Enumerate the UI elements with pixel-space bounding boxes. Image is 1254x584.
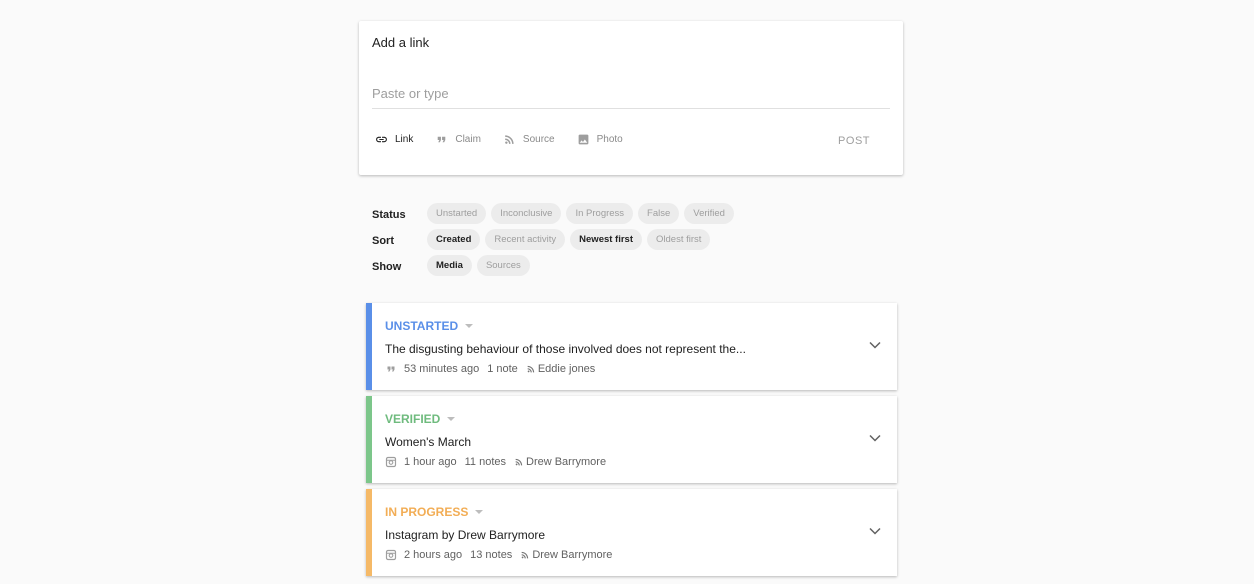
chip-status-unstarted[interactable]: Unstarted — [427, 202, 487, 224]
type-source-label: Source — [522, 134, 555, 145]
sort-filter-label: Sort — [372, 235, 394, 247]
story-status-dropdown[interactable]: IN PROGRESS — [385, 505, 484, 519]
caret-down-icon — [465, 324, 474, 328]
story-card[interactable]: VERIFIED Women's March 1 hour ago 11 not… — [366, 396, 897, 483]
chip-show-sources[interactable]: Sources — [476, 254, 530, 276]
chip-status-inconclusive[interactable]: Inconclusive — [491, 202, 562, 224]
story-status-label: UNSTARTED — [385, 319, 459, 333]
story-title[interactable]: Instagram by Drew Barrymore — [385, 528, 545, 542]
rss-icon — [515, 458, 523, 466]
chip-sort-newest-first[interactable]: Newest first — [570, 228, 643, 250]
chip-sort-recent-activity[interactable]: Recent activity — [485, 228, 566, 250]
status-filter-label: Status — [372, 209, 406, 221]
chip-sort-created[interactable]: Created — [427, 228, 481, 250]
rss-icon — [505, 135, 514, 144]
story-card[interactable]: UNSTARTED The disgusting behaviour of th… — [366, 303, 897, 390]
story-time: 1 hour ago — [404, 456, 457, 468]
post-button[interactable]: POST — [838, 135, 870, 147]
story-title[interactable]: Women's March — [385, 435, 471, 449]
link-input[interactable] — [372, 85, 890, 109]
type-photo-label: Photo — [596, 134, 623, 145]
story-card[interactable]: IN PROGRESS Instagram by Drew Barrymore … — [366, 489, 897, 576]
photo-icon — [578, 134, 588, 145]
story-status-dropdown[interactable]: VERIFIED — [385, 412, 456, 426]
story-time: 2 hours ago — [404, 549, 463, 561]
story-meta: 1 hour ago 11 notes Drew Barrymore — [385, 456, 606, 468]
story-time: 53 minutes ago — [404, 363, 480, 375]
chip-status-in-progress[interactable]: In Progress — [566, 202, 634, 224]
chip-sort-oldest-first[interactable]: Oldest first — [647, 228, 711, 250]
story-status-label: VERIFIED — [385, 412, 441, 426]
story-list: UNSTARTED The disgusting behaviour of th… — [366, 303, 897, 582]
filter-panel: Status Unstarted Inconclusive In Progres… — [372, 200, 739, 278]
quote-icon — [438, 136, 446, 143]
instagram-icon — [385, 549, 397, 561]
show-filter-row: Show Media Sources — [372, 252, 739, 278]
quote-icon — [387, 366, 395, 372]
rss-icon — [521, 551, 529, 559]
type-source-button[interactable]: Source — [503, 133, 555, 146]
caret-down-icon — [447, 417, 456, 421]
type-link-label: Link — [395, 134, 414, 145]
caret-down-icon — [475, 510, 484, 514]
sort-filter-row: Sort Created Recent activity Newest firs… — [372, 226, 739, 252]
chevron-down-icon[interactable] — [869, 434, 881, 442]
type-link-button[interactable]: Link — [375, 133, 413, 146]
chip-status-false[interactable]: False — [638, 202, 680, 224]
status-filter-row: Status Unstarted Inconclusive In Progres… — [372, 200, 739, 226]
story-status-dropdown[interactable]: UNSTARTED — [385, 319, 474, 333]
story-title[interactable]: The disgusting behaviour of those involv… — [385, 342, 746, 356]
chevron-down-icon[interactable] — [869, 527, 881, 535]
chip-status-verified[interactable]: Verified — [684, 202, 734, 224]
rss-icon — [527, 365, 534, 373]
link-icon — [376, 136, 387, 143]
type-photo-button[interactable]: Photo — [577, 133, 623, 146]
story-source[interactable]: Eddie jones — [538, 363, 596, 375]
story-meta: 53 minutes ago 1 note Eddie jones — [385, 363, 595, 375]
type-claim-label: Claim — [455, 134, 481, 145]
media-type-selector: Link Claim Source Photo — [375, 133, 645, 146]
story-source[interactable]: Drew Barrymore — [532, 549, 612, 561]
story-notes-count[interactable]: 1 note — [487, 363, 518, 375]
chevron-down-icon[interactable] — [869, 341, 881, 349]
story-notes-count[interactable]: 11 notes — [465, 456, 506, 468]
story-status-label: IN PROGRESS — [385, 505, 469, 519]
chip-show-media[interactable]: Media — [427, 254, 472, 276]
type-claim-button[interactable]: Claim — [435, 133, 481, 146]
show-filter-label: Show — [372, 261, 402, 273]
story-source[interactable]: Drew Barrymore — [526, 456, 606, 468]
composer-title: Add a link — [372, 35, 430, 50]
story-notes-count[interactable]: 13 notes — [470, 549, 512, 561]
add-link-card: Add a link Link Claim Source Photo POST — [359, 21, 903, 175]
story-meta: 2 hours ago 13 notes Drew Barrymore — [385, 549, 612, 561]
instagram-icon — [385, 456, 397, 468]
